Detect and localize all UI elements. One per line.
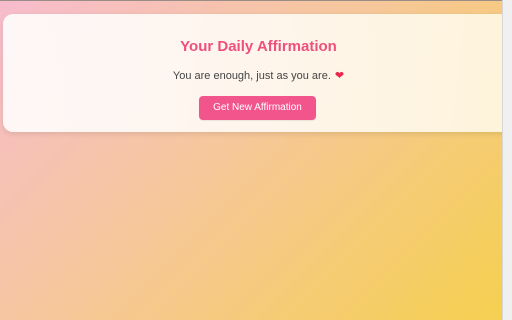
affirmation-message: You are enough, just as you are.: [172, 70, 331, 82]
vertical-scrollbar[interactable]: [502, 0, 512, 320]
window-top-border: [0, 0, 512, 1]
affirmation-title: Your Daily Affirmation: [180, 38, 337, 55]
new-affirmation-button[interactable]: Get New Affirmation: [199, 96, 316, 120]
affirmation-card: Your Daily Affirmation You are enough, j…: [3, 14, 512, 132]
heart-icon: ❤: [334, 69, 345, 82]
affirmation-text-row: You are enough, just as you are. ❤: [3, 69, 512, 83]
